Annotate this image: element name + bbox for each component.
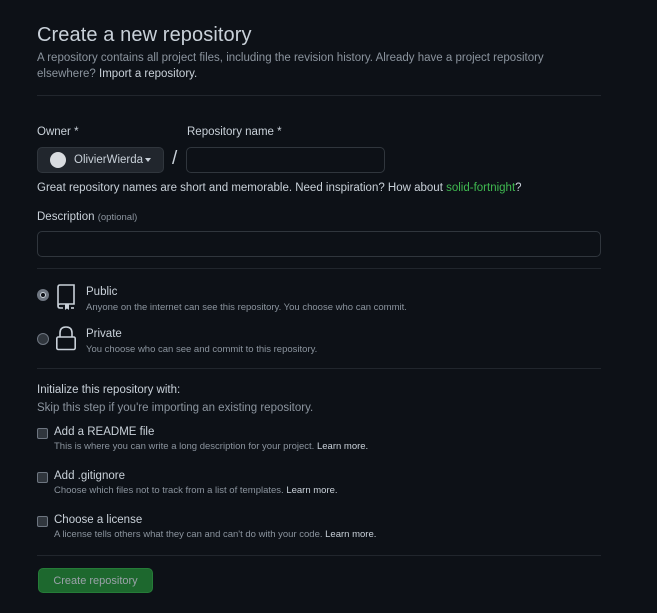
owner-label: Owner * (37, 126, 79, 138)
visibility-desc: Anyone on the internet can see this repo… (86, 302, 407, 313)
avatar (50, 152, 66, 168)
option-title: Add a README file (54, 426, 155, 438)
visibility-title: Public (86, 286, 118, 298)
option-desc-text: A license tells others what they can and… (54, 529, 323, 540)
create-repository-button[interactable]: Create repository (38, 568, 153, 593)
page-title: Create a new repository (37, 24, 252, 46)
chevron-down-icon (145, 158, 152, 162)
lock-icon (54, 326, 78, 357)
learn-more-link[interactable]: Learn more. (317, 441, 368, 452)
description-label-text: Description (37, 211, 95, 223)
learn-more-link[interactable]: Learn more. (286, 485, 337, 496)
hint-text: Great repository names are short and mem… (37, 182, 443, 194)
hint-suffix: ? (515, 182, 522, 194)
visibility-title: Private (86, 328, 122, 340)
owner-repo-separator: / (172, 148, 178, 169)
repo-name-label: Repository name * (187, 126, 282, 138)
divider (37, 555, 601, 556)
repo-name-label-text: Repository name (187, 126, 274, 138)
option-desc: A license tells others what they can and… (54, 529, 376, 540)
initialize-title: Initialize this repository with: (37, 384, 181, 396)
option-title: Add .gitignore (54, 470, 125, 482)
init-option-license[interactable]: Choose a license A license tells others … (37, 514, 597, 544)
optional-tag: (optional) (97, 212, 138, 223)
description-input[interactable] (37, 231, 601, 257)
option-desc: Choose which files not to track from a l… (54, 485, 338, 496)
name-suggestion-link[interactable]: solid-fortnight (446, 182, 515, 194)
readme-checkbox[interactable] (37, 428, 48, 439)
owner-dropdown[interactable]: OlivierWierda (37, 147, 164, 173)
divider (37, 268, 601, 269)
license-checkbox[interactable] (37, 516, 48, 527)
page-subtitle: A repository contains all project files,… (37, 50, 577, 82)
repo-name-hint: Great repository names are short and mem… (37, 182, 522, 194)
init-option-readme[interactable]: Add a README file This is where you can … (37, 426, 597, 456)
description-label: Description (optional) (37, 211, 137, 223)
owner-label-text: Owner (37, 126, 71, 138)
divider (37, 95, 601, 96)
option-desc: This is where you can write a long descr… (54, 441, 368, 452)
private-radio[interactable] (37, 333, 49, 345)
option-desc-text: This is where you can write a long descr… (54, 441, 315, 452)
owner-name: OlivierWierda (74, 154, 144, 166)
learn-more-link[interactable]: Learn more. (325, 529, 376, 540)
divider (37, 368, 601, 369)
required-mark: * (74, 126, 79, 138)
required-mark: * (277, 126, 282, 138)
import-repository-link[interactable]: Import a repository. (99, 68, 197, 80)
gitignore-checkbox[interactable] (37, 472, 48, 483)
repository-name-input[interactable] (186, 147, 385, 173)
init-option-gitignore[interactable]: Add .gitignore Choose which files not to… (37, 470, 597, 500)
repo-icon (54, 284, 78, 315)
visibility-option-public[interactable]: Public Anyone on the internet can see th… (37, 284, 597, 316)
initialize-subtitle: Skip this step if you're importing an ex… (37, 402, 314, 414)
option-desc-text: Choose which files not to track from a l… (54, 485, 284, 496)
visibility-option-private[interactable]: Private You choose who can see and commi… (37, 326, 597, 358)
visibility-desc: You choose who can see and commit to thi… (86, 344, 318, 355)
public-radio[interactable] (37, 289, 49, 301)
option-title: Choose a license (54, 514, 143, 526)
